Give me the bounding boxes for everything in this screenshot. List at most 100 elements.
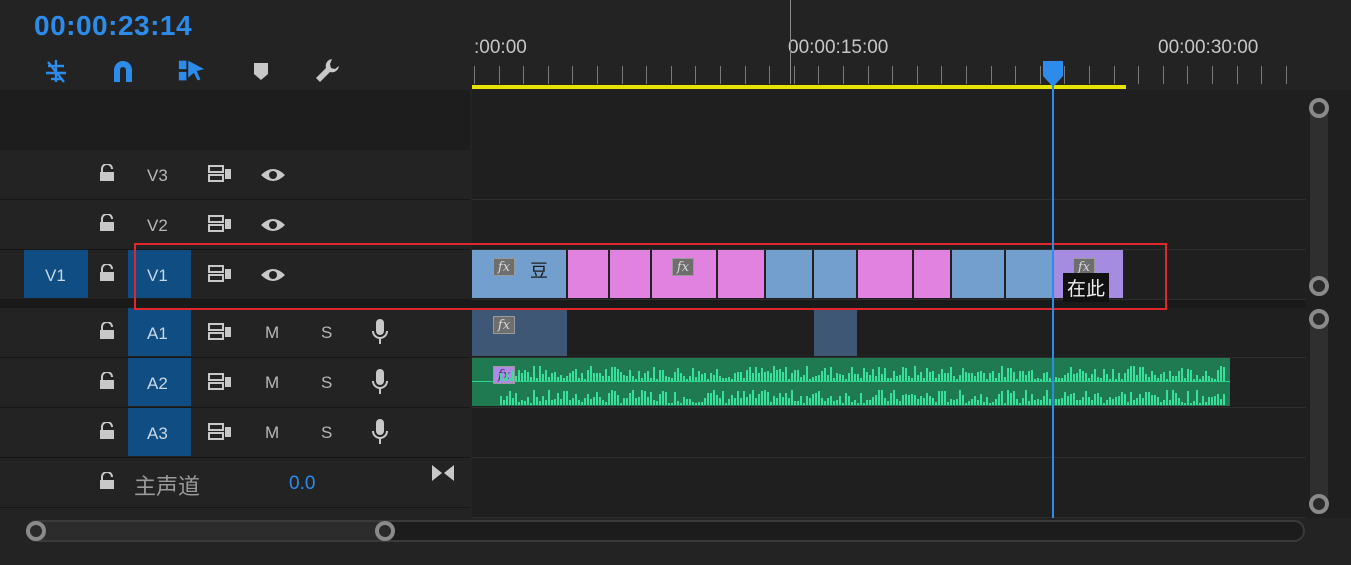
master-volume-value[interactable]: 0.0 xyxy=(289,473,315,495)
audio-clip[interactable] xyxy=(814,309,857,356)
lock-icon[interactable] xyxy=(96,370,118,392)
lock-icon[interactable] xyxy=(96,162,118,184)
scroll-handle-right[interactable] xyxy=(375,521,395,541)
microphone-icon[interactable] xyxy=(368,417,392,447)
microphone-icon[interactable] xyxy=(368,367,392,397)
scroll-handle-left[interactable] xyxy=(26,521,46,541)
waveform-bar xyxy=(734,373,736,381)
sync-lock-icon[interactable] xyxy=(206,420,234,444)
microphone-icon[interactable] xyxy=(368,317,392,347)
scroll-handle-top[interactable] xyxy=(1309,98,1329,118)
waveform-bar xyxy=(971,399,973,405)
playhead-handle[interactable] xyxy=(1042,60,1064,93)
mute-button-a2[interactable]: M xyxy=(265,373,279,393)
waveform-bar xyxy=(578,400,580,405)
waveform-bar xyxy=(605,402,607,405)
waveform-bar xyxy=(731,379,733,381)
add-marker-icon[interactable] xyxy=(246,56,276,86)
mute-button-a3[interactable]: M xyxy=(265,423,279,443)
settings-wrench-icon[interactable] xyxy=(313,56,343,86)
waveform-bar xyxy=(1028,401,1030,405)
waveform-bar xyxy=(1205,371,1207,381)
waveform-bar xyxy=(989,373,991,381)
lock-icon[interactable] xyxy=(96,262,118,284)
work-area-bar[interactable] xyxy=(472,85,1126,89)
vertical-scrollbar-video[interactable] xyxy=(1310,100,1328,296)
eye-icon[interactable] xyxy=(258,163,288,187)
nest-icon[interactable] xyxy=(41,56,71,86)
solo-button-a3[interactable]: S xyxy=(321,423,332,443)
waveform-bar xyxy=(602,400,604,405)
lane-v3[interactable] xyxy=(472,150,1306,200)
waveform-bar xyxy=(1040,400,1042,405)
lock-icon[interactable] xyxy=(96,212,118,234)
waveform-bar xyxy=(1055,399,1057,405)
solo-button-a2[interactable]: S xyxy=(321,373,332,393)
solo-button-a1[interactable]: S xyxy=(321,323,332,343)
vertical-scrollbar-audio[interactable] xyxy=(1310,312,1328,512)
lane-a1[interactable] xyxy=(472,308,1306,358)
waveform-bar xyxy=(632,376,634,381)
playhead-timecode[interactable]: 00:00:23:14 xyxy=(34,10,192,42)
waveform-bar xyxy=(725,403,727,405)
waveform-bar xyxy=(767,392,769,405)
sync-lock-icon[interactable] xyxy=(206,212,234,236)
waveform-bar xyxy=(545,370,547,381)
sync-lock-icon[interactable] xyxy=(206,320,234,344)
waveform-bar xyxy=(731,395,733,405)
waveform-bar xyxy=(995,378,997,381)
waveform-bar xyxy=(1067,373,1069,381)
waveform-bar xyxy=(1217,394,1219,405)
waveform-bar xyxy=(1187,369,1189,381)
waveform-bar xyxy=(899,375,901,381)
waveform-bar xyxy=(755,398,757,405)
go-to-in-out-icon[interactable] xyxy=(430,462,456,484)
ruler-tick xyxy=(547,66,549,84)
waveform-bar xyxy=(956,399,958,405)
sync-lock-icon[interactable] xyxy=(206,162,234,186)
waveform-bar xyxy=(1157,397,1159,405)
waveform-bar xyxy=(1148,377,1150,381)
waveform-bar xyxy=(746,397,748,405)
audio-clip[interactable] xyxy=(472,309,567,356)
lock-icon[interactable] xyxy=(96,470,118,492)
waveform-bar xyxy=(854,400,856,405)
sync-lock-icon[interactable] xyxy=(206,370,234,394)
waveform-bar xyxy=(677,368,679,381)
waveform-bar xyxy=(743,391,745,405)
waveform-bar xyxy=(1187,391,1189,405)
waveform-bar xyxy=(644,391,646,405)
waveform-bar xyxy=(806,396,808,405)
snap-magnet-icon[interactable] xyxy=(108,56,138,86)
ruler-tick xyxy=(916,66,918,84)
waveform-bar xyxy=(554,399,556,405)
lock-icon[interactable] xyxy=(96,420,118,442)
waveform-bar xyxy=(650,392,652,405)
mute-button-a1[interactable]: M xyxy=(265,323,279,343)
waveform-bar xyxy=(839,374,841,381)
waveform-bar xyxy=(974,396,976,405)
scroll-handle-bottom[interactable] xyxy=(1309,494,1329,514)
playhead-line[interactable] xyxy=(1052,70,1054,518)
scroll-handle-bottom[interactable] xyxy=(1309,276,1329,296)
eye-icon[interactable] xyxy=(258,213,288,237)
lock-icon[interactable] xyxy=(96,320,118,342)
ruler-tick xyxy=(523,66,525,84)
waveform-bar xyxy=(1127,369,1129,381)
waveform-bar xyxy=(587,394,589,405)
scroll-handle-top[interactable] xyxy=(1309,309,1329,329)
ruler-tick xyxy=(1138,66,1140,84)
waveform-bar xyxy=(569,400,571,405)
waveform-bar xyxy=(569,373,571,381)
waveform-bar xyxy=(551,373,553,381)
waveform-bar xyxy=(692,368,694,381)
waveform-bar xyxy=(908,395,910,405)
linked-selection-icon[interactable] xyxy=(177,56,207,86)
waveform-bar xyxy=(893,390,895,405)
waveform-bar xyxy=(716,369,718,381)
lane-a3[interactable] xyxy=(472,408,1306,458)
waveform-bar xyxy=(1196,390,1198,405)
horizontal-scrollbar-thumb[interactable] xyxy=(28,522,394,540)
waveform-bar xyxy=(812,394,814,405)
lane-master[interactable] xyxy=(472,458,1306,518)
